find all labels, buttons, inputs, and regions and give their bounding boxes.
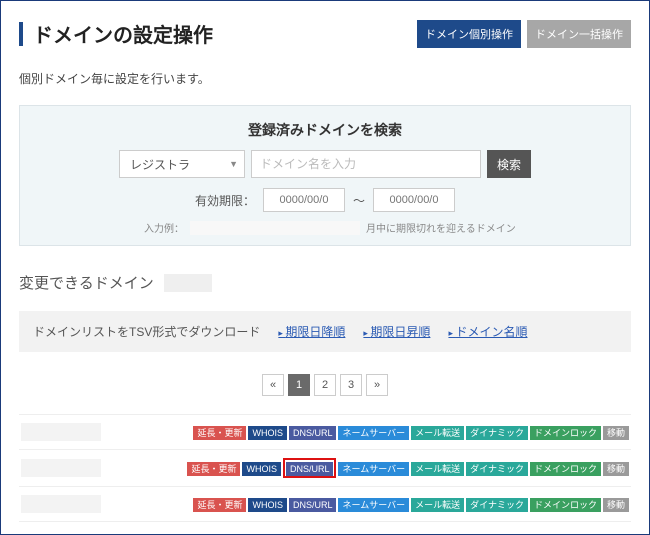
tag-wrap-mailfw: メール転送 <box>411 461 464 475</box>
tag-wrap-ns: ネームサーバー <box>338 461 409 475</box>
tag-wrap-move: 移動 <box>603 497 629 511</box>
tag-lock[interactable]: ドメインロック <box>530 498 601 512</box>
tag-wrap-whois: WHOIS <box>242 461 281 475</box>
action-tags: 延長・更新WHOISDNS/URLネームサーバーメール転送ダイナミックドメインロ… <box>193 497 629 511</box>
tag-dnsurl[interactable]: DNS/URL <box>286 462 334 476</box>
sort-expiry-asc-link[interactable]: 期限日昇順 <box>363 323 430 340</box>
tag-dyn[interactable]: ダイナミック <box>466 426 528 440</box>
domain-row: 延長・更新WHOISDNS/URLネームサーバーメール転送ダイナミックドメインロ… <box>19 487 631 522</box>
search-panel: 登録済みドメインを検索 レジストラ ▼ 検索 有効期限： ～ 入力例： 月中に期… <box>19 105 631 246</box>
date-tilde: ～ <box>353 192 365 209</box>
pager-prev[interactable]: « <box>262 374 284 396</box>
domain-row: 延長・更新WHOIS DNS/URL ネームサーバーメール転送ダイナミックドメインロ… <box>19 450 631 487</box>
tag-wrap-ns: ネームサーバー <box>338 425 409 439</box>
tag-wrap-renew: 延長・更新 <box>193 497 246 511</box>
tag-wrap-lock: ドメインロック <box>530 425 601 439</box>
registrar-select[interactable]: レジストラ ▼ <box>119 150 245 178</box>
tag-mailfw[interactable]: メール転送 <box>411 498 464 512</box>
sort-expiry-desc-link[interactable]: 期限日降順 <box>278 323 345 340</box>
hint-tail: 月中に期限切れを迎えるドメイン <box>366 220 516 235</box>
tag-wrap-dnsurl: DNS/URL <box>289 425 337 439</box>
tag-wrap-whois: WHOIS <box>248 425 287 439</box>
tag-mailfw[interactable]: メール転送 <box>411 462 464 476</box>
tag-wrap-dyn: ダイナミック <box>466 497 528 511</box>
tag-ns[interactable]: ネームサーバー <box>338 498 409 512</box>
pager-page-1[interactable]: 1 <box>288 374 310 396</box>
download-tsv-label: ドメインリストをTSV形式でダウンロード <box>33 323 260 340</box>
tag-dyn[interactable]: ダイナミック <box>466 498 528 512</box>
tag-ns[interactable]: ネームサーバー <box>338 462 409 476</box>
chevron-down-icon: ▼ <box>229 159 238 169</box>
tag-renew[interactable]: 延長・更新 <box>193 498 246 512</box>
tag-whois[interactable]: WHOIS <box>248 426 287 440</box>
tag-wrap-mailfw: メール転送 <box>411 497 464 511</box>
expiry-to-input[interactable] <box>373 188 455 212</box>
tag-wrap-renew: 延長・更新 <box>187 461 240 475</box>
tag-wrap-lock: ドメインロック <box>530 461 601 475</box>
domain-row: 延長・更新WHOISDNS/URLネームサーバーメール転送ダイナミックドメインロ… <box>19 415 631 450</box>
tag-whois[interactable]: WHOIS <box>242 462 281 476</box>
tag-lock[interactable]: ドメインロック <box>530 426 601 440</box>
download-bar: ドメインリストをTSV形式でダウンロード 期限日降順 期限日昇順 ドメイン名順 <box>19 311 631 352</box>
tag-whois[interactable]: WHOIS <box>248 498 287 512</box>
page-title: ドメインの設定操作 <box>19 19 213 48</box>
pager-next[interactable]: » <box>366 374 388 396</box>
tag-renew[interactable]: 延長・更新 <box>187 462 240 476</box>
domain-individual-button[interactable]: ドメイン個別操作 <box>417 20 521 48</box>
title-accent-bar <box>19 22 23 46</box>
tag-wrap-move: 移動 <box>603 461 629 475</box>
tag-wrap-dyn: ダイナミック <box>466 425 528 439</box>
tag-wrap-dnsurl: DNS/URL <box>283 458 337 478</box>
tag-ns[interactable]: ネームサーバー <box>338 426 409 440</box>
expiry-from-input[interactable] <box>263 188 345 212</box>
search-title: 登録済みドメインを検索 <box>34 120 616 140</box>
tag-lock[interactable]: ドメインロック <box>530 462 601 476</box>
domain-count-placeholder <box>164 274 212 292</box>
tag-mailfw[interactable]: メール転送 <box>411 426 464 440</box>
domain-name-placeholder <box>21 423 101 441</box>
tag-move[interactable]: 移動 <box>603 462 629 476</box>
expiry-label: 有効期限： <box>195 192 255 209</box>
pager-page-2[interactable]: 2 <box>314 374 336 396</box>
pager-page-3[interactable]: 3 <box>340 374 362 396</box>
action-tags: 延長・更新WHOISDNS/URLネームサーバーメール転送ダイナミックドメインロ… <box>193 425 629 439</box>
tag-renew[interactable]: 延長・更新 <box>193 426 246 440</box>
lead-text: 個別ドメイン毎に設定を行います。 <box>19 70 631 87</box>
page-title-text: ドメインの設定操作 <box>33 19 213 48</box>
tag-wrap-lock: ドメインロック <box>530 497 601 511</box>
tag-wrap-mailfw: メール転送 <box>411 425 464 439</box>
hint-label: 入力例： <box>144 220 184 235</box>
action-tags: 延長・更新WHOIS DNS/URL ネームサーバーメール転送ダイナミックドメインロ… <box>187 458 629 478</box>
domain-bulk-button[interactable]: ドメイン一括操作 <box>527 20 631 48</box>
pager: «123» <box>19 374 631 396</box>
domain-name-placeholder <box>21 459 101 477</box>
tag-wrap-move: 移動 <box>603 425 629 439</box>
domain-name-placeholder <box>21 495 101 513</box>
tag-dnsurl[interactable]: DNS/URL <box>289 426 337 440</box>
tag-move[interactable]: 移動 <box>603 498 629 512</box>
tag-wrap-dnsurl: DNS/URL <box>289 497 337 511</box>
domain-name-input[interactable] <box>251 150 481 178</box>
tag-dyn[interactable]: ダイナミック <box>466 462 528 476</box>
tag-wrap-dyn: ダイナミック <box>466 461 528 475</box>
registrar-select-label: レジストラ <box>130 156 190 173</box>
search-button[interactable]: 検索 <box>487 150 531 178</box>
sort-domain-name-link[interactable]: ドメイン名順 <box>448 323 527 340</box>
tag-wrap-renew: 延長・更新 <box>193 425 246 439</box>
section-label: 変更できるドメイン <box>19 272 154 293</box>
tag-move[interactable]: 移動 <box>603 426 629 440</box>
hint-example-placeholder <box>190 221 360 235</box>
tag-wrap-ns: ネームサーバー <box>338 497 409 511</box>
tag-wrap-whois: WHOIS <box>248 497 287 511</box>
tag-dnsurl[interactable]: DNS/URL <box>289 498 337 512</box>
